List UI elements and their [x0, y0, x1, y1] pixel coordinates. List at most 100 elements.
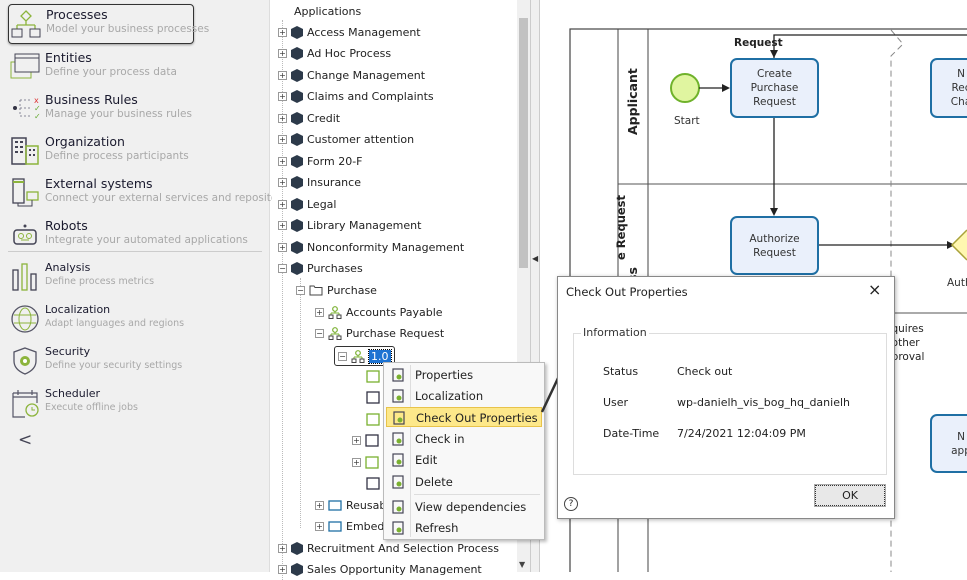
expand-toggle[interactable]: +: [278, 135, 287, 144]
nav-item-external-systems[interactable]: External systems Connect your external se…: [8, 174, 296, 214]
collapse-toggle[interactable]: −: [338, 351, 347, 361]
scroll-down-arrow[interactable]: ▼: [519, 560, 525, 569]
expand-toggle[interactable]: +: [278, 27, 287, 37]
nav-item-security[interactable]: Security Define your security settings: [8, 342, 266, 382]
collapse-toggle[interactable]: −: [296, 285, 305, 295]
collapse-sidebar-button[interactable]: <: [18, 430, 32, 450]
tree-item-app[interactable]: + Insurance: [278, 174, 361, 192]
check-out-icon: [393, 411, 405, 425]
nav-item-processes[interactable]: Processes Model your business processes: [8, 4, 209, 44]
expand-toggle[interactable]: +: [315, 307, 324, 317]
nav-item-organization[interactable]: Organization Define process participants: [8, 132, 266, 172]
menu-item-check-out-properties[interactable]: Check Out Properties: [386, 407, 542, 427]
application-icon: [291, 240, 303, 254]
expand-toggle[interactable]: +: [278, 543, 287, 553]
tree-item-app[interactable]: + Claims and Complaints: [278, 88, 434, 106]
tree-item-accounts-payable[interactable]: + Accounts Payable: [315, 303, 443, 321]
expand-toggle[interactable]: +: [315, 500, 324, 510]
expand-toggle[interactable]: +: [278, 156, 287, 166]
tree-item-reusable[interactable]: + Reusab: [315, 496, 386, 514]
expand-toggle[interactable]: +: [352, 457, 361, 467]
expand-toggle[interactable]: +: [278, 565, 287, 574]
gateway[interactable]: [950, 229, 967, 261]
nav-item-analysis[interactable]: Analysis Define process metrics: [8, 258, 266, 298]
gateway-label: Auth: [947, 277, 967, 289]
tree-item-app[interactable]: + Library Management: [278, 217, 421, 235]
start-event[interactable]: [670, 73, 700, 103]
expand-toggle[interactable]: +: [278, 178, 287, 187]
tree-item-app[interactable]: + Access Management: [278, 23, 421, 41]
tree-item-version-child[interactable]: [366, 474, 380, 492]
tree-root[interactable]: −Applications: [278, 2, 361, 20]
nav-item-entities[interactable]: Entities Define your process data: [8, 48, 266, 88]
tree-item-app[interactable]: + Change Management: [278, 66, 425, 84]
tree-item-app[interactable]: + Nonconformity Management: [278, 238, 464, 256]
calendar-icon: [12, 390, 39, 418]
context-menu: Properties Localization Check Out Properti…: [383, 362, 545, 540]
tree-item-label: Accounts Payable: [346, 305, 443, 319]
expand-toggle[interactable]: +: [278, 242, 287, 252]
expand-toggle[interactable]: +: [278, 92, 287, 101]
tree-item-label: Nonconformity Management: [307, 240, 465, 254]
application-icon: [291, 90, 303, 103]
expand-toggle[interactable]: +: [278, 199, 287, 209]
tree-item-version-child[interactable]: [366, 367, 380, 385]
expand-toggle[interactable]: +: [278, 49, 287, 58]
tree-item-version-child[interactable]: [366, 388, 380, 406]
menu-item-view-dependencies[interactable]: View dependencies: [386, 497, 542, 517]
nav-item-robots[interactable]: Robots Integrate your automated applicati…: [8, 216, 266, 256]
tree-item-app[interactable]: + Credit: [278, 109, 340, 127]
menu-item-localization[interactable]: Localization: [386, 386, 542, 406]
menu-item-edit[interactable]: Edit: [386, 450, 542, 470]
tree-item-app[interactable]: − Purchases: [278, 260, 363, 278]
task-notify-request-change[interactable]: N Rec Cha: [930, 58, 967, 118]
menu-item-check-in[interactable]: Check in: [386, 429, 542, 449]
group-label: Information: [581, 326, 649, 339]
expand-toggle[interactable]: +: [278, 221, 287, 230]
expand-toggle[interactable]: +: [278, 113, 287, 123]
help-icon[interactable]: ?: [564, 497, 578, 511]
tree-scrollbar-thumb[interactable]: [519, 18, 528, 268]
collapse-toggle[interactable]: −: [315, 328, 324, 338]
expand-toggle[interactable]: +: [278, 70, 287, 80]
menu-item-properties[interactable]: Properties: [386, 365, 542, 385]
tree-item-label: Recruitment And Selection Process: [307, 541, 499, 555]
tree-item-label: Change Management: [307, 68, 426, 82]
tree-item-app[interactable]: + Customer attention: [278, 131, 414, 149]
task-authorize-request[interactable]: Authorize Request: [730, 216, 819, 275]
process-icon: [351, 349, 365, 363]
version-child-icon: [366, 476, 380, 490]
tree-item-version-child[interactable]: [366, 410, 380, 428]
expand-toggle[interactable]: +: [315, 521, 324, 531]
ok-button[interactable]: OK: [814, 484, 886, 507]
tree-item-app[interactable]: + Recruitment And Selection Process: [278, 539, 499, 557]
tree-item-version-child[interactable]: +: [352, 431, 379, 449]
nav-item-business-rules[interactable]: x ✓ ✓ Business Rules Manage your business r…: [8, 90, 266, 130]
task-notify-approval[interactable]: N app: [930, 414, 967, 473]
tree-item-label: Customer attention: [307, 133, 415, 146]
menu-item-delete[interactable]: Delete: [386, 472, 542, 492]
tree-item-version-child[interactable]: +: [352, 453, 379, 471]
tree-item-app[interactable]: + Legal: [278, 195, 336, 213]
tree-item-label: Purchase: [327, 283, 377, 297]
version-child-icon: [366, 369, 380, 383]
tree-item-app[interactable]: + Sales Opportunity Management: [278, 561, 482, 579]
task-create-purchase-request[interactable]: Create Purchase Request: [730, 58, 819, 118]
tree-item-label: Sales Opportunity Management: [307, 563, 482, 576]
nav-item-scheduler[interactable]: Scheduler Execute offline jobs: [8, 384, 266, 424]
tree-item-purchase[interactable]: − Purchase: [296, 281, 377, 299]
nav-item-localization[interactable]: Localization Adapt languages and regions: [8, 300, 266, 340]
tree-item-embedded[interactable]: + Embed: [315, 517, 384, 535]
tree-item-label: Purchase Request: [346, 326, 445, 340]
start-label: Start: [674, 115, 700, 127]
menu-item-refresh[interactable]: Refresh: [386, 518, 542, 538]
tree-item-app[interactable]: + Ad Hoc Process: [278, 45, 391, 63]
collapse-toggle[interactable]: −: [278, 264, 287, 273]
tree-item-app[interactable]: + Form 20-F: [278, 152, 363, 170]
expand-toggle[interactable]: +: [352, 435, 361, 445]
datetime-label: Date-Time: [603, 427, 660, 440]
version-label[interactable]: 1.0: [368, 348, 392, 364]
close-button[interactable]: ×: [868, 280, 881, 299]
tree-item-purchase-request[interactable]: − Purchase Request: [315, 324, 444, 342]
version-child-icon: [365, 433, 379, 447]
